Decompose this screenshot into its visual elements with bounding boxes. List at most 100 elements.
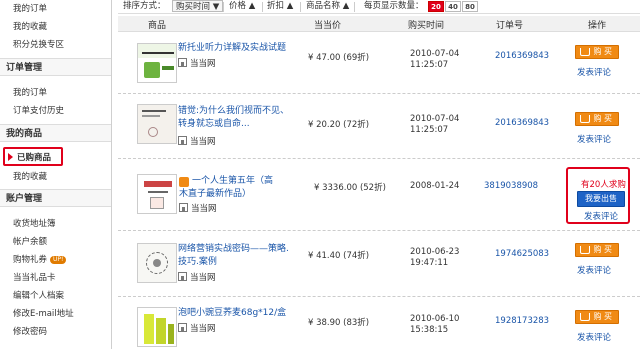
product-title-link-line2[interactable]: 转身就忘或自命... bbox=[178, 118, 250, 131]
shop-icon bbox=[178, 58, 187, 67]
sell-button[interactable]: 我要出售 bbox=[577, 191, 625, 207]
sidebar-item-my-orders-top[interactable]: 我的订单 bbox=[13, 2, 47, 14]
price-value: ¥ 47.00 (69折) bbox=[308, 53, 370, 63]
product-thumbnail[interactable] bbox=[137, 43, 177, 83]
sidebar-item-gift-card[interactable]: 当当礼品卡 bbox=[13, 271, 56, 283]
per-page-40-button[interactable]: 40 bbox=[445, 1, 461, 12]
shop-name: 当当网 bbox=[190, 59, 216, 69]
order-number-link[interactable]: 2016369843 bbox=[495, 118, 549, 128]
shop-icon bbox=[178, 136, 187, 145]
sidebar-item-payment-history[interactable]: 订单支付历史 bbox=[13, 104, 64, 116]
write-review-link[interactable]: 发表评论 bbox=[577, 133, 611, 145]
shop-icon bbox=[178, 323, 187, 332]
product-title-link[interactable]: 错觉:为什么我们视而不见、 bbox=[178, 105, 289, 118]
buy-button[interactable]: 购 买 bbox=[575, 112, 619, 126]
table-row: 一个人生第五年（高 木直子最新作品） 当当网 ¥ 3336.00 (52折) 2… bbox=[118, 159, 640, 231]
divider bbox=[300, 2, 301, 12]
purchase-time: 11:25:07 bbox=[410, 125, 449, 135]
product-thumbnail[interactable] bbox=[137, 243, 177, 283]
table-header: 商品 当当价 购买时间 订单号 操作 bbox=[118, 16, 640, 32]
order-number-link[interactable]: 3819038908 bbox=[484, 181, 538, 191]
table-row: 错觉:为什么我们视而不见、 转身就忘或自命... 当当网 ¥ 20.20 (72… bbox=[118, 94, 640, 159]
arrow-right-icon bbox=[8, 153, 13, 161]
divider bbox=[354, 2, 355, 12]
buy-button-label: 购 买 bbox=[593, 312, 612, 321]
cart-icon bbox=[580, 246, 590, 254]
price-value: ¥ 41.40 (74折) bbox=[308, 251, 370, 261]
product-title-link[interactable]: 网络营销实战密码——策略. bbox=[178, 243, 289, 256]
product-title-link[interactable]: 泡吧小豌豆荞麦68g*12/盒 bbox=[178, 307, 286, 320]
per-page-20-button[interactable]: 20 bbox=[428, 1, 444, 12]
shop-icon bbox=[179, 203, 188, 212]
write-review-link[interactable]: 发表评论 bbox=[577, 331, 611, 343]
write-review-link[interactable]: 发表评论 bbox=[577, 264, 611, 276]
column-header-price: 当当价 bbox=[314, 21, 342, 31]
sidebar-item-my-orders[interactable]: 我的订单 bbox=[13, 86, 47, 98]
sort-by-price-button[interactable]: 价格 ▲ bbox=[229, 0, 255, 12]
purchase-date: 2010-06-23 bbox=[410, 247, 460, 257]
buy-button-label: 购 买 bbox=[593, 47, 612, 56]
purchase-date: 2008-01-24 bbox=[410, 181, 460, 191]
table-row: 网络营销实战密码——策略. 技巧.案例 当当网 ¥ 41.40 (74折) 20… bbox=[118, 231, 640, 297]
sidebar-item-change-password[interactable]: 修改密码 bbox=[13, 325, 47, 337]
sidebar-item-points-exchange[interactable]: 积分兑换专区 bbox=[13, 38, 64, 50]
per-page-80-button[interactable]: 80 bbox=[462, 1, 478, 12]
sort-option-label: 购买时间 bbox=[176, 2, 211, 12]
price-value: ¥ 20.20 (72折) bbox=[308, 120, 370, 130]
cart-icon bbox=[580, 48, 590, 56]
order-number-link[interactable]: 2016369843 bbox=[495, 51, 549, 61]
shop-icon bbox=[178, 272, 187, 281]
product-title-link[interactable]: 新托业听力详解及实战试题 bbox=[178, 42, 286, 55]
buy-button[interactable]: 购 买 bbox=[575, 243, 619, 257]
sort-arrow-icon: ▲ bbox=[248, 1, 256, 11]
shop-name: 当当网 bbox=[190, 273, 216, 283]
product-thumbnail[interactable] bbox=[137, 104, 177, 144]
sidebar-item-address-book[interactable]: 收货地址簿 bbox=[13, 217, 56, 229]
purchase-date: 2010-06-10 bbox=[410, 314, 460, 324]
purchase-date: 2010-07-04 bbox=[410, 114, 460, 124]
product-thumbnail[interactable] bbox=[137, 307, 177, 347]
sidebar: 我的订单 我的收藏 积分兑换专区 订单管理 我的订单 订单支付历史 我的商品 已… bbox=[0, 0, 112, 349]
purchase-time: 19:47:11 bbox=[410, 258, 449, 268]
sidebar-item-balance[interactable]: 帐户余额 bbox=[13, 235, 47, 247]
sidebar-section-order-management: 订单管理 bbox=[0, 58, 111, 76]
sidebar-section-account: 账户管理 bbox=[0, 189, 111, 207]
sort-option-label: 折扣 bbox=[267, 1, 285, 11]
product-title-link-line2[interactable]: 技巧.案例 bbox=[178, 256, 217, 269]
sort-arrow-icon: ▼ bbox=[212, 2, 220, 12]
shop-name: 当当网 bbox=[190, 324, 216, 334]
sidebar-item-edit-email[interactable]: 修改E-mail地址 bbox=[13, 307, 74, 319]
purchase-time: 11:25:07 bbox=[410, 60, 449, 70]
product-title-link-line2[interactable]: 木直子最新作品） bbox=[179, 188, 251, 201]
sort-by-time-button[interactable]: 购买时间 ▼ bbox=[172, 0, 224, 12]
buy-button[interactable]: 购 买 bbox=[575, 310, 619, 324]
shop-label: 当当网 bbox=[178, 322, 216, 334]
sidebar-item-favorites[interactable]: 我的收藏 bbox=[13, 170, 47, 182]
product-thumbnail[interactable] bbox=[137, 174, 177, 214]
column-header-product: 商品 bbox=[148, 21, 167, 31]
sidebar-item-coupons[interactable]: 购物礼券 UP! bbox=[13, 253, 67, 265]
buy-button[interactable]: 购 买 bbox=[575, 45, 619, 59]
up-badge: UP! bbox=[50, 255, 67, 264]
divider bbox=[223, 2, 224, 12]
sidebar-item-edit-profile[interactable]: 编辑个人档案 bbox=[13, 289, 64, 301]
write-review-link[interactable]: 发表评论 bbox=[577, 66, 611, 78]
order-number-link[interactable]: 1974625083 bbox=[495, 249, 549, 259]
write-review-link[interactable]: 发表评论 bbox=[584, 210, 618, 222]
sidebar-item-purchased-goods[interactable]: 已购商品 bbox=[3, 147, 63, 166]
order-number-link[interactable]: 1928173283 bbox=[495, 316, 549, 326]
sort-by-name-button[interactable]: 商品名称 ▲ bbox=[306, 0, 349, 12]
sort-arrow-icon: ▲ bbox=[342, 1, 350, 11]
column-header-order-number: 订单号 bbox=[496, 21, 524, 31]
product-title-link[interactable]: 一个人生第五年（高 bbox=[192, 175, 273, 188]
purchase-time: 15:38:15 bbox=[410, 325, 449, 335]
shop-name: 当当网 bbox=[191, 204, 217, 214]
sort-by-discount-button[interactable]: 折扣 ▲ bbox=[267, 0, 293, 12]
sidebar-item-favorites-top[interactable]: 我的收藏 bbox=[13, 20, 47, 32]
price-value: ¥ 3336.00 (52折) bbox=[314, 183, 386, 193]
shop-label: 当当网 bbox=[178, 135, 216, 147]
shop-label: 当当网 bbox=[178, 271, 216, 283]
table-row: 泡吧小豌豆荞麦68g*12/盒 当当网 ¥ 38.90 (83折) 2010-0… bbox=[118, 297, 640, 349]
sort-bar: 排序方式： 购买时间 ▼ 价格 ▲ 折扣 ▲ 商品名称 ▲ 每页显示数量： 20… bbox=[118, 0, 640, 14]
sort-option-label: 价格 bbox=[229, 1, 247, 11]
